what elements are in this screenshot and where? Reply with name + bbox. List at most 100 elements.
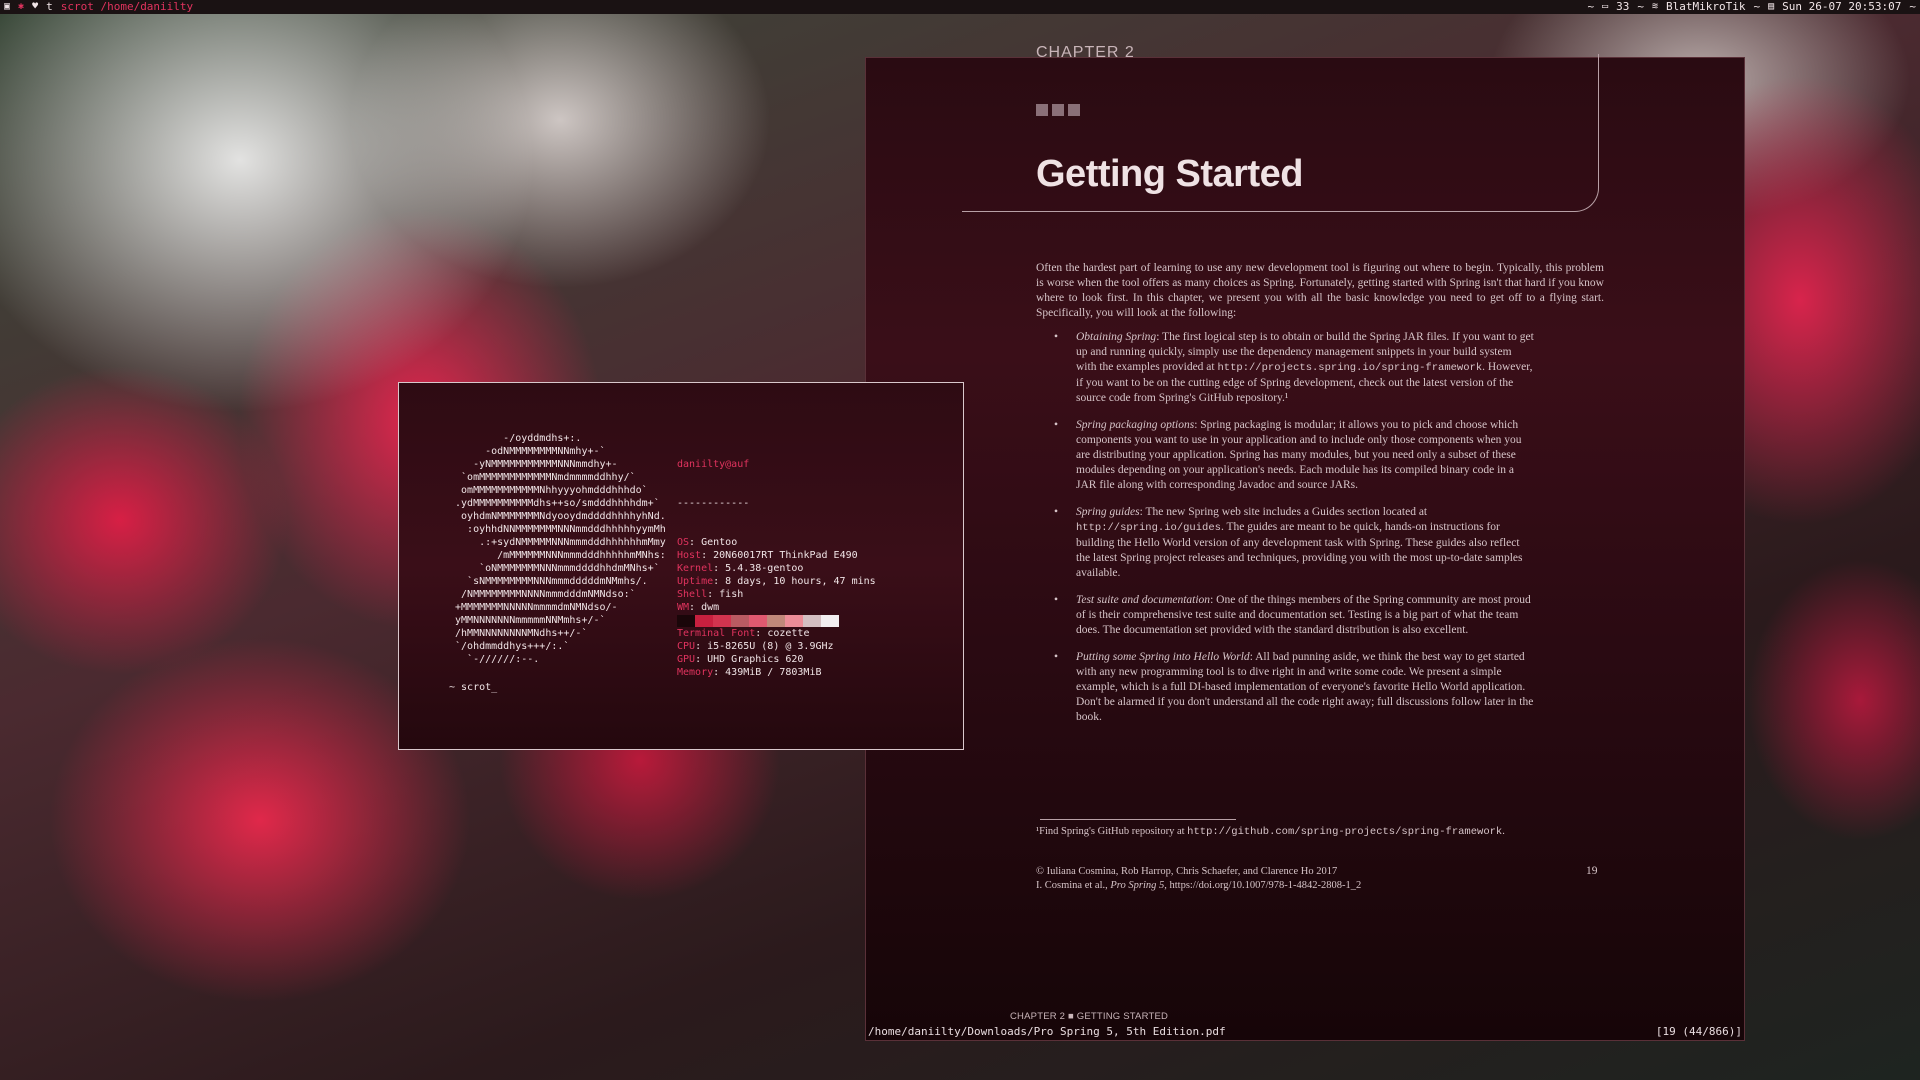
info-row: OS: Gentoo [677,536,876,549]
bug-icon[interactable]: ✱ [18,0,24,14]
separator: ~ [1909,0,1916,13]
footnote-link[interactable]: http://github.com/spring-projects/spring… [1187,826,1502,838]
info-value: : fish [707,589,744,600]
info-row: Host: 20N60017RT ThinkPad E490 [677,549,876,562]
viewer-statusbar: /home/daniilty/Downloads/Pro Spring 5, 5… [868,1025,1742,1038]
palette-swatch [767,615,785,627]
status-bar-right: ~ ▭ 33 ~ ≋ BlatMikroTik ~ ▤ Sun 26-07 20… [1587,0,1916,14]
ascii-line: omMMMMMMMMMMMNhhyyyohmdddhhhdo` [449,485,648,496]
separator-line: ------------ [677,498,750,509]
info-value: : i5-8265U (8) @ 3.9GHz [695,641,834,652]
ascii-line: /hMMNNNNNNNNMNdhs++/-` [449,628,588,639]
window-title-command: scrot /home/daniilty [60,0,194,13]
list-item: Obtaining Spring: The first logical step… [1054,330,1534,406]
palette-swatch [749,615,767,627]
intro-paragraph: Often the hardest part of learning to us… [1036,262,1604,319]
calendar-icon: ▤ [1768,1,1775,12]
page-indicator: [19 (44/866)] [1655,1025,1742,1038]
info-row: Memory: 439MiB / 7803MiB [677,666,876,679]
shell-prompt[interactable]: ~ scrot_ [449,681,497,694]
ascii-line: .ydMMMMMMMMMMdhs++so/smdddhhhhdm+` [449,498,660,509]
list-item: Test suite and documentation: One of the… [1054,593,1534,638]
palette-swatch [695,615,713,627]
ascii-line: `sNMMMMMMMMNNNmmmdddddmNMmhs/. [449,576,648,587]
info-key: Kernel [677,563,714,574]
battery-value: 33 [1616,0,1630,13]
ascii-line: :oyhhdNNMMMMMMMNNNmmdddhhhhhyymMh [449,524,666,535]
ascii-line: `-//////:--. [449,654,540,665]
topic-list: Obtaining Spring: The first logical step… [1054,330,1534,737]
window-title-prefix: t [46,0,53,13]
ascii-line: `/ohdmmddhys+++/:.` [449,641,570,652]
info-value: : cozette [755,628,810,639]
info-key: OS [677,537,690,548]
info-row: GPU: UHD Graphics 620 [677,653,876,666]
footnote-rule [1040,819,1236,820]
ascii-line: yMMNNNNNNNmmmmmNNMmhs+/-` [449,615,606,626]
palette-swatch [821,615,839,627]
ascii-line: `omMMMMMMMMMMMMNmdmmmmddhhy/` [449,472,636,483]
list-item: Spring packaging options: Spring packagi… [1054,418,1534,493]
status-bar: ▣ ✱ ♥ t scrot /home/daniilty ~ ▭ 33 ~ ≋ … [0,0,1920,14]
ascii-line: +MMMMMMMNNNNNmmmmdmNMNdso/- [449,602,618,613]
info-key: Memory [677,667,714,678]
info-key: Terminal Font [677,628,756,639]
copyright-block: © Iuliana Cosmina, Rob Harrop, Chris Sch… [1036,865,1361,893]
link[interactable]: http://projects.spring.io/spring-framewo… [1217,362,1482,374]
info-row: WM: dwm [677,601,876,614]
palette-swatch [731,615,749,627]
ascii-line: -odNMMMMMMMMNNmhy+-` [449,446,606,457]
info-key: Shell [677,589,708,600]
palette-swatch [803,615,821,627]
palette-swatch [785,615,803,627]
footnote: ¹Find Spring's GitHub repository at http… [1036,826,1505,838]
ascii-line: `oNMMMMMMMNNNmmmddddhhdmMNhs+` [449,563,660,574]
pdf-viewer-window[interactable]: CHAPTER 2 Getting Started Often the hard… [865,44,1745,1041]
ascii-line: -/oyddmdhs+:. [449,433,582,444]
system-info: daniilty@auf ------------ OS: Gentoo Host… [677,432,876,705]
palette-swatch [677,615,695,627]
ascii-line: /NMMMMMMMMNNNNmmmdddmNMNdso:` [449,589,636,600]
separator: ~ [1753,0,1761,13]
info-key: GPU [677,654,696,665]
page-number: 19 [1586,865,1598,877]
ascii-line: /mMMMMMMNNNmmmdddhhhhhmMNhs: [449,550,666,561]
chapter-rule [962,211,1522,212]
chapter-squares [1036,104,1080,116]
window-icon[interactable]: ▣ [4,0,10,14]
user-host: daniilty@auf [677,459,750,470]
info-value: : 439MiB / 7803MiB [713,667,822,678]
wifi-name: BlatMikroTik [1666,0,1746,13]
info-key: WM [677,602,690,613]
info-value: : UHD Graphics 620 [695,654,804,665]
ascii-line: .:+sydNMMMMMNNNmmmdddhhhhhhmMmy [449,537,666,548]
wifi-icon: ≋ [1651,1,1659,12]
info-row: CPU: i5-8265U (8) @ 3.9GHz [677,640,876,653]
distro-logo-ascii: -/oyddmdhs+:. -odNMMMMMMMMNNmhy+-` -yNMM… [449,432,666,666]
citation-line: I. Cosmina et al., Pro Spring 5, https:/… [1036,880,1362,891]
battery-icon: ▭ [1602,1,1609,12]
info-value: : 5.4.38-gentoo [713,563,804,574]
info-key: Uptime [677,576,714,587]
info-row: Kernel: 5.4.38-gentoo [677,562,876,575]
running-header: CHAPTER 2 ■ GETTING STARTED [1010,1011,1169,1022]
status-bar-left: ▣ ✱ ♥ t scrot /home/daniilty [4,0,193,14]
list-item: Spring guides: The new Spring web site i… [1054,505,1534,581]
info-row: Shell: fish [677,588,876,601]
info-value: : dwm [689,602,720,613]
heart-icon[interactable]: ♥ [32,0,38,14]
terminal-window[interactable]: -/oyddmdhs+:. -odNMMMMMMMMNNmhy+-` -yNMM… [398,382,964,750]
info-value: : 20N60017RT ThinkPad E490 [701,550,858,561]
palette-swatch [713,615,731,627]
cpu-indicator: ~ [1587,0,1595,13]
copyright-line: © Iuliana Cosmina, Rob Harrop, Chris Sch… [1036,866,1338,877]
info-value: : Gentoo [689,537,738,548]
info-row: Terminal Font: cozette [677,627,876,640]
color-palette [677,615,839,627]
link[interactable]: http://spring.io/guides [1076,522,1221,534]
page-title: Getting Started [1036,153,1303,195]
info-value: : 8 days, 10 hours, 47 mins [713,576,876,587]
info-key: CPU [677,641,696,652]
list-item: Putting some Spring into Hello World: Al… [1054,650,1534,725]
info-key: Host [677,550,702,561]
